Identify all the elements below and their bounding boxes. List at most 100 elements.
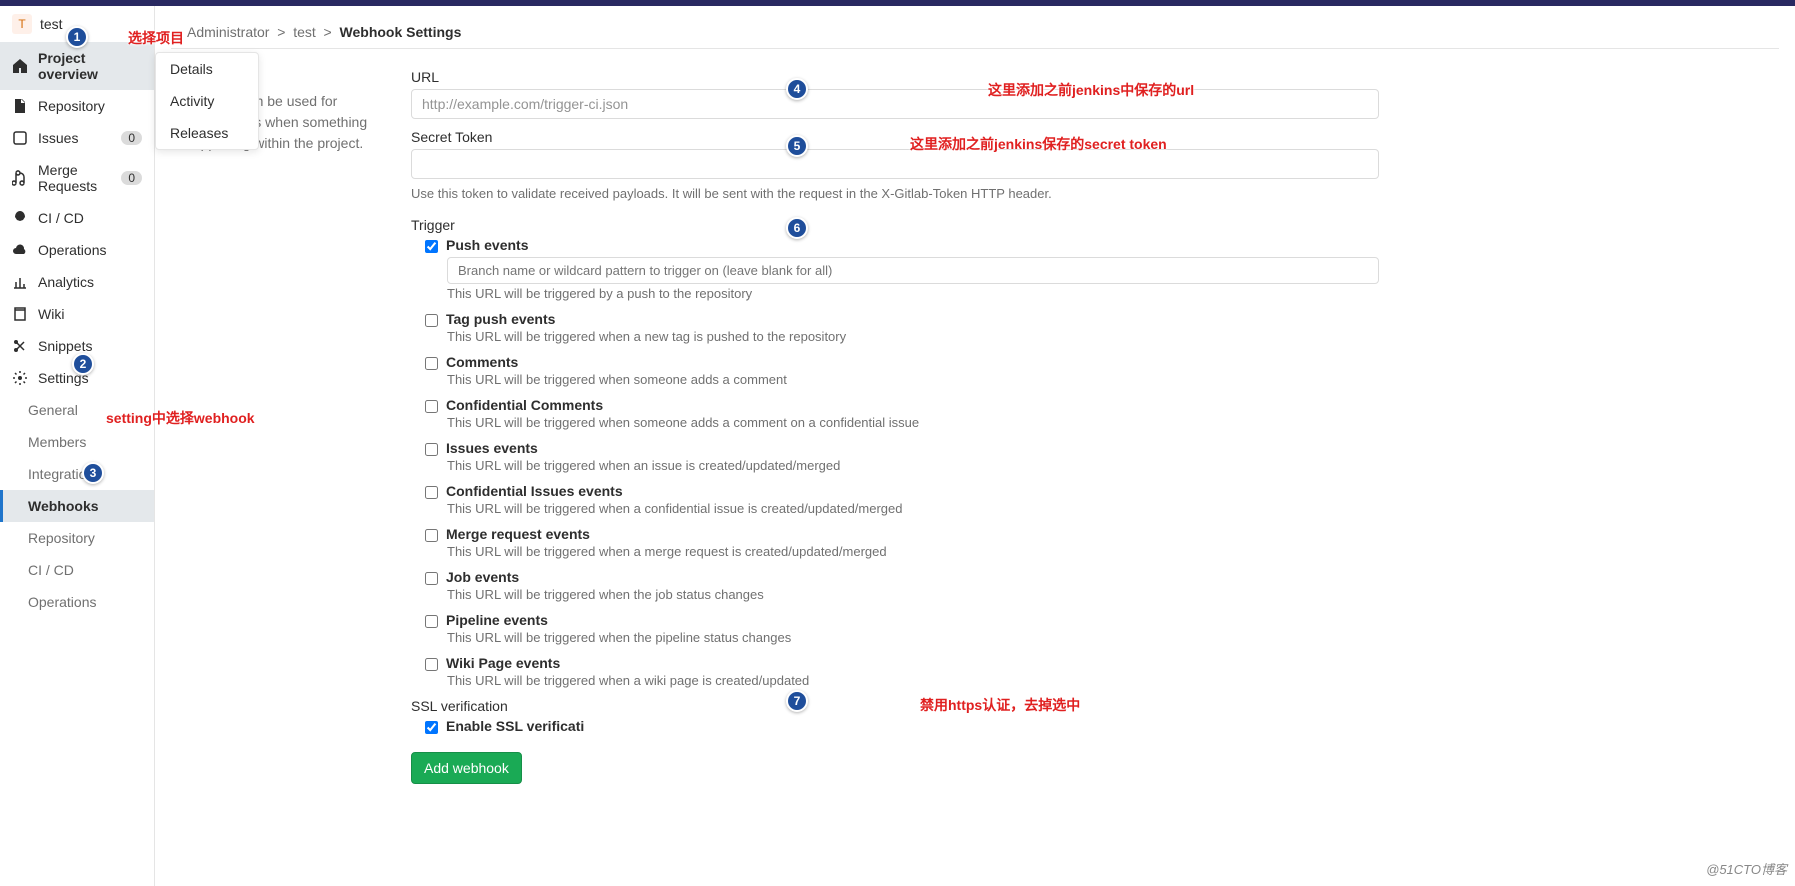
nav-label: Analytics [38, 274, 94, 290]
trigger-desc: This URL will be triggered when a merge … [447, 544, 1379, 559]
branch-filter-input[interactable] [447, 257, 1379, 284]
add-webhook-button[interactable]: Add webhook [411, 752, 522, 784]
subnav-general[interactable]: General [0, 394, 154, 426]
main-content: Administrator > test > Webhook Settings … [155, 6, 1795, 886]
url-input[interactable] [411, 89, 1379, 119]
trigger-desc: This URL will be triggered when an issue… [447, 458, 1379, 473]
trigger-7: Job events This URL will be triggered whe… [425, 569, 1379, 602]
home-icon [12, 58, 28, 74]
subnav-members[interactable]: Members [0, 426, 154, 458]
merge-count: 0 [121, 171, 142, 185]
nav-issues[interactable]: Issues 0 [0, 122, 154, 154]
trigger-3: Confidential Comments This URL will be tr… [425, 397, 1379, 430]
trigger-label: Trigger [411, 217, 1379, 233]
trigger-checkbox[interactable] [425, 615, 438, 628]
ssl-label: SSL verification [411, 698, 1379, 714]
breadcrumb-current: Webhook Settings [340, 24, 462, 40]
subnav-operations[interactable]: Operations [0, 586, 154, 618]
trigger-title: Job events [446, 569, 519, 585]
sidebar: T test Project overview Repository Issue… [0, 6, 155, 886]
trigger-2: CommentsThis URL will be triggered when … [425, 354, 1379, 387]
project-avatar: T [12, 14, 32, 34]
webhook-form: URL Secret Token Use this token to valid… [411, 65, 1379, 784]
nav-settings[interactable]: Settings [0, 362, 154, 394]
project-header[interactable]: T test [0, 6, 154, 42]
flyout-details[interactable]: Details [156, 53, 258, 85]
token-label: Secret Token [411, 129, 1379, 145]
trigger-title: Comments [446, 354, 518, 370]
trigger-checkbox[interactable] [425, 357, 438, 370]
nav-label: Operations [38, 242, 106, 258]
trigger-title: Wiki Page events [446, 655, 560, 671]
nav-label: Merge Requests [38, 162, 111, 194]
trigger-0: Push events This URL will be triggered by… [425, 237, 1379, 301]
nav-label: Repository [38, 98, 105, 114]
token-help: Use this token to validate received payl… [411, 185, 1379, 203]
ssl-checkbox[interactable] [425, 721, 438, 734]
trigger-title: Confidential Issues events [446, 483, 623, 499]
settings-submenu: General Members Integrations Webhooks Re… [0, 394, 154, 618]
merge-icon [12, 170, 28, 186]
trigger-title: Merge request events [446, 526, 590, 542]
chart-icon [12, 274, 28, 290]
book-icon [12, 306, 28, 322]
trigger-checkbox[interactable] [425, 240, 438, 253]
breadcrumb: Administrator > test > Webhook Settings [171, 16, 1779, 49]
nav-label: Wiki [38, 306, 64, 322]
trigger-checkbox[interactable] [425, 443, 438, 456]
trigger-desc: This URL will be triggered by a push to … [447, 286, 1379, 301]
doc-icon [12, 98, 28, 114]
trigger-6: Merge request events This URL will be tri… [425, 526, 1379, 559]
trigger-5: Confidential Issues events This URL will … [425, 483, 1379, 516]
trigger-title: Tag push events [446, 311, 555, 327]
watermark: @51CTO博客 [1706, 859, 1787, 878]
trigger-desc: This URL will be triggered when a new ta… [447, 329, 1379, 344]
subnav-integrations[interactable]: Integrations [0, 458, 154, 490]
nav-analytics[interactable]: Analytics [0, 266, 154, 298]
section-description: Webhooks Webhooks can be used for bindin… [171, 65, 381, 784]
trigger-9: Wiki Page events This URL will be trigger… [425, 655, 1379, 688]
url-label: URL [411, 69, 1379, 85]
subnav-repository[interactable]: Repository [0, 522, 154, 554]
flyout-activity[interactable]: Activity [156, 85, 258, 117]
trigger-desc: This URL will be triggered when the pipe… [447, 630, 1379, 645]
nav-snippets[interactable]: Snippets [0, 330, 154, 362]
trigger-desc: This URL will be triggered when a confid… [447, 501, 1379, 516]
subnav-webhooks[interactable]: Webhooks [0, 490, 154, 522]
nav-merge-requests[interactable]: Merge Requests 0 [0, 154, 154, 202]
nav-operations[interactable]: Operations [0, 234, 154, 266]
trigger-1: Tag push events This URL will be triggere… [425, 311, 1379, 344]
breadcrumb-admin[interactable]: Administrator [187, 24, 269, 40]
trigger-checkbox[interactable] [425, 400, 438, 413]
nav-label: Issues [38, 130, 78, 146]
nav-cicd[interactable]: CI / CD [0, 202, 154, 234]
overview-flyout: Details Activity Releases [155, 52, 259, 150]
rocket-icon [12, 210, 28, 226]
nav-label: Project overview [38, 50, 142, 82]
trigger-title: Confidential Comments [446, 397, 603, 413]
issues-icon [12, 130, 28, 146]
trigger-checkbox[interactable] [425, 486, 438, 499]
cloud-icon [12, 242, 28, 258]
trigger-title: Pipeline events [446, 612, 548, 628]
subnav-cicd[interactable]: CI / CD [0, 554, 154, 586]
flyout-releases[interactable]: Releases [156, 117, 258, 149]
nav-label: Snippets [38, 338, 92, 354]
trigger-checkbox[interactable] [425, 572, 438, 585]
ssl-checkbox-label: Enable SSL verificati [446, 718, 584, 734]
token-input[interactable] [411, 149, 1379, 179]
trigger-checkbox[interactable] [425, 314, 438, 327]
trigger-checkbox[interactable] [425, 658, 438, 671]
trigger-checkbox[interactable] [425, 529, 438, 542]
trigger-title: Push events [446, 237, 528, 253]
breadcrumb-project[interactable]: test [293, 24, 316, 40]
nav-project-overview[interactable]: Project overview [0, 42, 154, 90]
trigger-title: Issues events [446, 440, 538, 456]
trigger-8: Pipeline events This URL will be triggere… [425, 612, 1379, 645]
trigger-desc: This URL will be triggered when a wiki p… [447, 673, 1379, 688]
trigger-desc: This URL will be triggered when the job … [447, 587, 1379, 602]
trigger-desc: This URL will be triggered when someone … [447, 415, 1379, 430]
nav-wiki[interactable]: Wiki [0, 298, 154, 330]
issues-count: 0 [121, 131, 142, 145]
nav-repository[interactable]: Repository [0, 90, 154, 122]
